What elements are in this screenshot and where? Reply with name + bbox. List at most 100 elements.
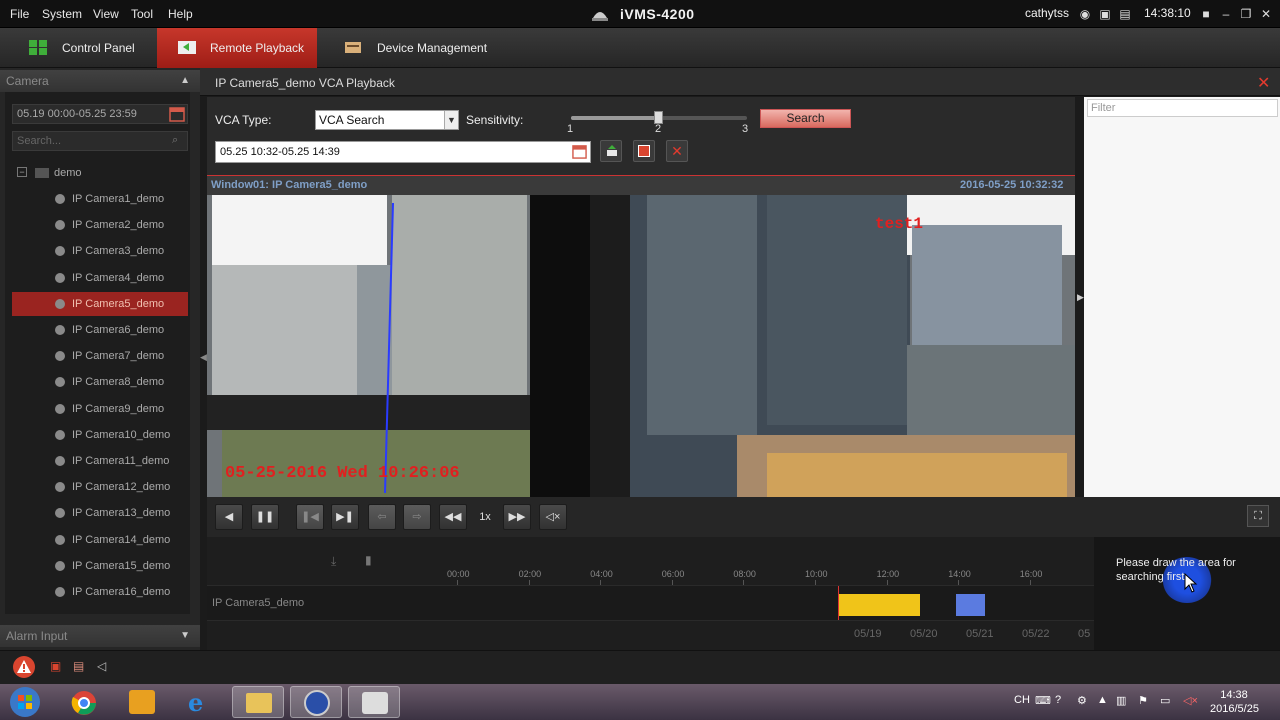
camera-panel-header[interactable]: Camera ▲ xyxy=(0,70,200,92)
tree-item-camera[interactable]: IP Camera1_demo xyxy=(12,187,188,211)
alarm-input-header[interactable]: Alarm Input ▼ xyxy=(0,625,200,647)
camera-icon xyxy=(55,429,65,440)
search-icon[interactable]: ⌕ xyxy=(172,134,178,147)
menu-tool[interactable]: Tool xyxy=(131,7,153,21)
network-icon[interactable]: ▥ xyxy=(1116,694,1126,707)
vca-type-label: VCA Type: xyxy=(215,113,272,127)
tree-item-camera[interactable]: IP Camera5_demo xyxy=(12,291,188,316)
timeline-date-label[interactable]: 05/20 xyxy=(910,628,938,640)
fullscreen-icon: ⛶ xyxy=(1254,510,1262,522)
clear-button[interactable]: ✕ xyxy=(666,140,688,162)
collapse-left-icon[interactable]: ◀ xyxy=(200,352,207,363)
camera-label: IP Camera1_demo xyxy=(72,193,165,205)
tree-item-camera[interactable]: IP Camera11_demo xyxy=(12,449,188,473)
step-back-button[interactable]: ❚◀ xyxy=(296,504,324,530)
timeline-date-label[interactable]: 05/21 xyxy=(966,628,994,640)
timeline-cursor[interactable] xyxy=(838,586,839,620)
tree-item-camera[interactable]: IP Camera2_demo xyxy=(12,213,188,237)
volume-muted-icon[interactable]: ◁× xyxy=(1183,694,1198,707)
close-playback-icon[interactable]: ✕ xyxy=(1257,73,1270,93)
camera-label: IP Camera11_demo xyxy=(72,455,170,467)
date-range-field[interactable]: 05.19 00:00-05.25 23:59 xyxy=(12,104,188,124)
chevron-down-icon[interactable]: ▼ xyxy=(180,625,190,647)
expand-right-icon[interactable]: ▶ xyxy=(1077,292,1084,303)
keyboard-icon[interactable]: ⌨ xyxy=(1035,694,1051,707)
tree-item-camera[interactable]: IP Camera4_demo xyxy=(12,266,188,290)
calendar-icon[interactable] xyxy=(572,144,587,159)
video-window[interactable]: 05-25-2016 Wed 10:26:06 test1 xyxy=(207,195,1075,497)
slow-down-button[interactable]: ◀◀ xyxy=(439,504,467,530)
close-icon[interactable]: ✕ xyxy=(1259,7,1273,21)
alarm-list-icon[interactable]: ▤ xyxy=(73,659,84,673)
tray-arrow-icon[interactable]: ▲ xyxy=(1097,694,1108,706)
start-button-icon[interactable] xyxy=(8,686,42,718)
keyboard-icon[interactable]: ▣ xyxy=(1098,7,1112,21)
volume-button[interactable]: ◁× xyxy=(539,504,567,530)
tree-item-camera[interactable]: IP Camera6_demo xyxy=(12,318,188,342)
system-clock[interactable]: 14:38 2016/5/25 xyxy=(1210,688,1259,716)
fullscreen-button[interactable]: ⛶ xyxy=(1247,505,1269,527)
taskbar-explorer[interactable] xyxy=(232,686,284,718)
stop-button[interactable] xyxy=(633,140,655,162)
tree-item-camera[interactable]: IP Camera12_demo xyxy=(12,475,188,499)
taskbar-chrome[interactable] xyxy=(58,686,110,718)
next-segment-button[interactable]: ⇨ xyxy=(403,504,431,530)
lock-icon[interactable]: ■ xyxy=(1199,7,1213,21)
draw-area-button[interactable] xyxy=(600,140,622,162)
globe-icon[interactable]: ◉ xyxy=(1078,7,1092,21)
tab-device-management[interactable]: Device Management xyxy=(330,28,500,68)
tree-item-camera[interactable]: IP Camera10_demo xyxy=(12,423,188,447)
monitor-icon[interactable]: ▭ xyxy=(1160,694,1170,707)
help-icon[interactable]: ? xyxy=(1055,694,1061,706)
record-segment[interactable] xyxy=(838,594,920,616)
taskbar-ie[interactable]: e xyxy=(174,686,226,718)
timeline-date-label[interactable]: 05/19 xyxy=(854,628,882,640)
tree-item-camera[interactable]: IP Camera16_demo xyxy=(12,580,188,604)
bookmark-icon[interactable]: ▮ xyxy=(365,553,372,567)
tree-item-camera[interactable]: IP Camera8_demo xyxy=(12,370,188,394)
taskbar-outlook[interactable] xyxy=(116,686,168,718)
tab-control-panel[interactable]: Control Panel xyxy=(0,28,155,68)
time-range-field[interactable]: 05.25 10:32-05.25 14:39 xyxy=(215,141,591,163)
taskbar-ivms[interactable] xyxy=(348,686,400,718)
audio-icon[interactable]: ◁ xyxy=(97,659,106,673)
menu-system[interactable]: System xyxy=(42,7,82,21)
speed-up-button[interactable]: ▶▶ xyxy=(503,504,531,530)
tree-item-camera[interactable]: IP Camera14_demo xyxy=(12,528,188,552)
step-back-icon: ❚◀ xyxy=(301,511,319,523)
menu-view[interactable]: View xyxy=(93,7,119,21)
download-icon[interactable]: ⤓ xyxy=(331,554,336,569)
language-indicator[interactable]: CH xyxy=(1014,694,1030,706)
timeline-date-label[interactable]: 05/22 xyxy=(1022,628,1050,640)
tab-remote-playback[interactable]: Remote Playback xyxy=(157,28,317,68)
reverse-play-button[interactable]: ◀ xyxy=(215,504,243,530)
minimize-icon[interactable]: – xyxy=(1219,7,1233,21)
collapse-icon[interactable]: − xyxy=(17,167,27,177)
flag-icon[interactable]: ⚑ xyxy=(1138,694,1148,707)
tree-item-camera[interactable]: IP Camera9_demo xyxy=(12,397,188,421)
tree-item-camera[interactable]: IP Camera3_demo xyxy=(12,239,188,263)
search-button[interactable]: Search xyxy=(760,109,851,128)
alarm-camera-icon[interactable]: ▣ xyxy=(50,659,61,673)
cpu-icon[interactable]: ▤ xyxy=(1118,7,1132,21)
settings-icon[interactable]: ⚙ xyxy=(1077,694,1087,707)
alarm-warning-icon[interactable] xyxy=(12,655,36,679)
tree-item-camera[interactable]: IP Camera7_demo xyxy=(12,344,188,368)
pause-button[interactable]: ❚❚ xyxy=(251,504,279,530)
tree-item-camera[interactable]: IP Camera15_demo xyxy=(12,554,188,578)
chevron-up-icon[interactable]: ▲ xyxy=(180,70,190,92)
restore-icon[interactable]: ❐ xyxy=(1239,7,1253,21)
step-forward-button[interactable]: ▶❚ xyxy=(331,504,359,530)
menu-file[interactable]: File xyxy=(10,7,29,21)
tree-group-demo[interactable]: − demo xyxy=(12,161,188,185)
record-segment[interactable] xyxy=(956,594,985,616)
menu-help[interactable]: Help xyxy=(168,7,193,21)
camera-search-input[interactable]: Search... xyxy=(12,131,188,151)
calendar-icon[interactable] xyxy=(169,106,185,122)
taskbar-app[interactable] xyxy=(290,686,342,718)
filter-input[interactable]: Filter xyxy=(1087,99,1278,117)
vca-type-select[interactable]: VCA Search ▼ xyxy=(315,110,459,130)
timeline-date-label[interactable]: 05 xyxy=(1078,628,1090,640)
previous-segment-button[interactable]: ⇦ xyxy=(368,504,396,530)
tree-item-camera[interactable]: IP Camera13_demo xyxy=(12,501,188,525)
